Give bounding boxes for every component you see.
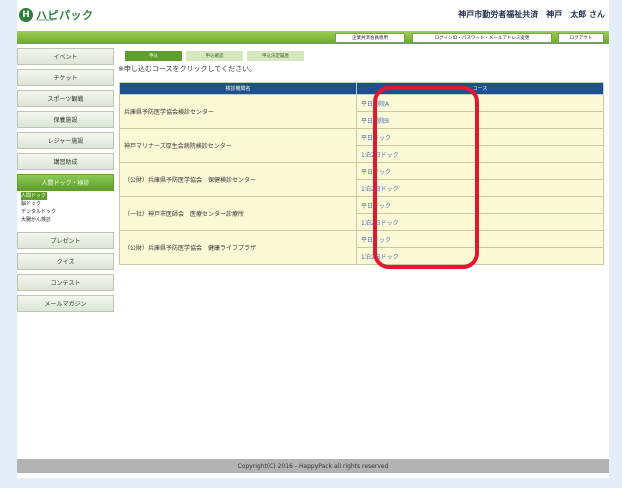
- table-row: 兵庫県予防医学協会検診センター 平日通院A: [119, 94, 604, 129]
- subnav-item-ningen-dock[interactable]: 人間ドック: [21, 192, 47, 200]
- course-column-highlight: [373, 86, 479, 269]
- sidebar-item-quiz[interactable]: クイズ: [17, 253, 114, 270]
- tab-history[interactable]: 申込決定履歴: [247, 51, 304, 61]
- sidebar-subnav: 人間ドック 脳ドック デンタルドック 大腸がん検診: [21, 192, 114, 224]
- instruction-text: ※申し込むコースをクリックしてください。: [118, 65, 257, 73]
- member-only-button[interactable]: 企業共済会員専用: [335, 33, 405, 43]
- institution-name: （公財）兵庫県予防医学協会 保健検診センター: [119, 162, 357, 197]
- sidebar-item-resort[interactable]: 保養施設: [17, 111, 114, 128]
- logout-button[interactable]: ログアウト: [558, 33, 604, 43]
- user-greeting: 神戸市勤労者福祉共済 神戸 太郎 さん: [458, 10, 605, 19]
- sidebar-item-ticket[interactable]: チケット: [17, 69, 114, 86]
- subnav-item-dental-dock[interactable]: デンタルドック: [21, 208, 114, 216]
- sidebar-item-sports[interactable]: スポーツ観戦: [17, 90, 114, 107]
- logo-mark-icon: H: [19, 8, 33, 22]
- table-row: 神戸マリナーズ厚生会病院検診センター 平日ドック: [119, 128, 604, 163]
- footer-copyright: Copyright(C) 2016 - HappyPack all rights…: [17, 459, 609, 473]
- subnav-item-colon-cancer[interactable]: 大腸がん検診: [21, 216, 114, 224]
- sidebar-item-contest[interactable]: コンテスト: [17, 274, 114, 291]
- logo-subtitle: HAPPYPACK: [36, 18, 54, 22]
- table-row: （公財）兵庫県予防医学協会 保健検診センター 平日ドック: [119, 162, 604, 197]
- tab-bar: 申込 申込確認 申込決定履歴: [125, 51, 308, 62]
- table-row: （一社）神戸市医師会 医療センター診療所 平日ドック: [119, 196, 604, 231]
- institution-name: 神戸マリナーズ厚生会病院検診センター: [119, 128, 357, 163]
- sidebar-item-health-check[interactable]: 人間ドック・検診: [17, 174, 114, 191]
- table-header-row: 検診機関名 コース: [119, 82, 604, 95]
- column-header-institution: 検診機関名: [119, 82, 357, 95]
- page: H ハピパック HAPPYPACK 神戸市勤労者福祉共済 神戸 太郎 さん 企業…: [17, 0, 609, 478]
- site-logo[interactable]: H ハピパック: [19, 6, 94, 24]
- institution-name: （一社）神戸市医師会 医療センター診療所: [119, 196, 357, 231]
- top-nav-bar: 企業共済会員専用 ログインID・パスワード・メールアドレス変更 ログアウト: [17, 31, 609, 44]
- sidebar-item-present[interactable]: プレゼント: [17, 232, 114, 249]
- table-row: （公財）兵庫県予防医学協会 健康ライフプラザ 平日ドック: [119, 230, 604, 265]
- course-table: 検診機関名 コース 兵庫県予防医学協会検診センター 平日通院A 平日通院B 神戸…: [119, 82, 604, 265]
- institution-name: 兵庫県予防医学協会検診センター: [119, 94, 357, 129]
- tab-confirm[interactable]: 申込確認: [186, 51, 243, 61]
- sidebar-item-event[interactable]: イベント: [17, 48, 114, 65]
- institution-name: （公財）兵庫県予防医学協会 健康ライフプラザ: [119, 230, 357, 265]
- sidebar-item-leisure[interactable]: レジャー施設: [17, 132, 114, 149]
- sidebar-item-lesson[interactable]: 講習助成: [17, 153, 114, 170]
- sidebar-item-mail-magazine[interactable]: メールマガジン: [17, 295, 114, 312]
- sidebar: イベント チケット スポーツ観戦 保養施設 レジャー施設 講習助成 人間ドック・…: [17, 48, 114, 316]
- subnav-item-brain-dock[interactable]: 脳ドック: [21, 200, 114, 208]
- account-settings-button[interactable]: ログインID・パスワード・メールアドレス変更: [412, 33, 552, 43]
- tab-apply[interactable]: 申込: [125, 51, 182, 61]
